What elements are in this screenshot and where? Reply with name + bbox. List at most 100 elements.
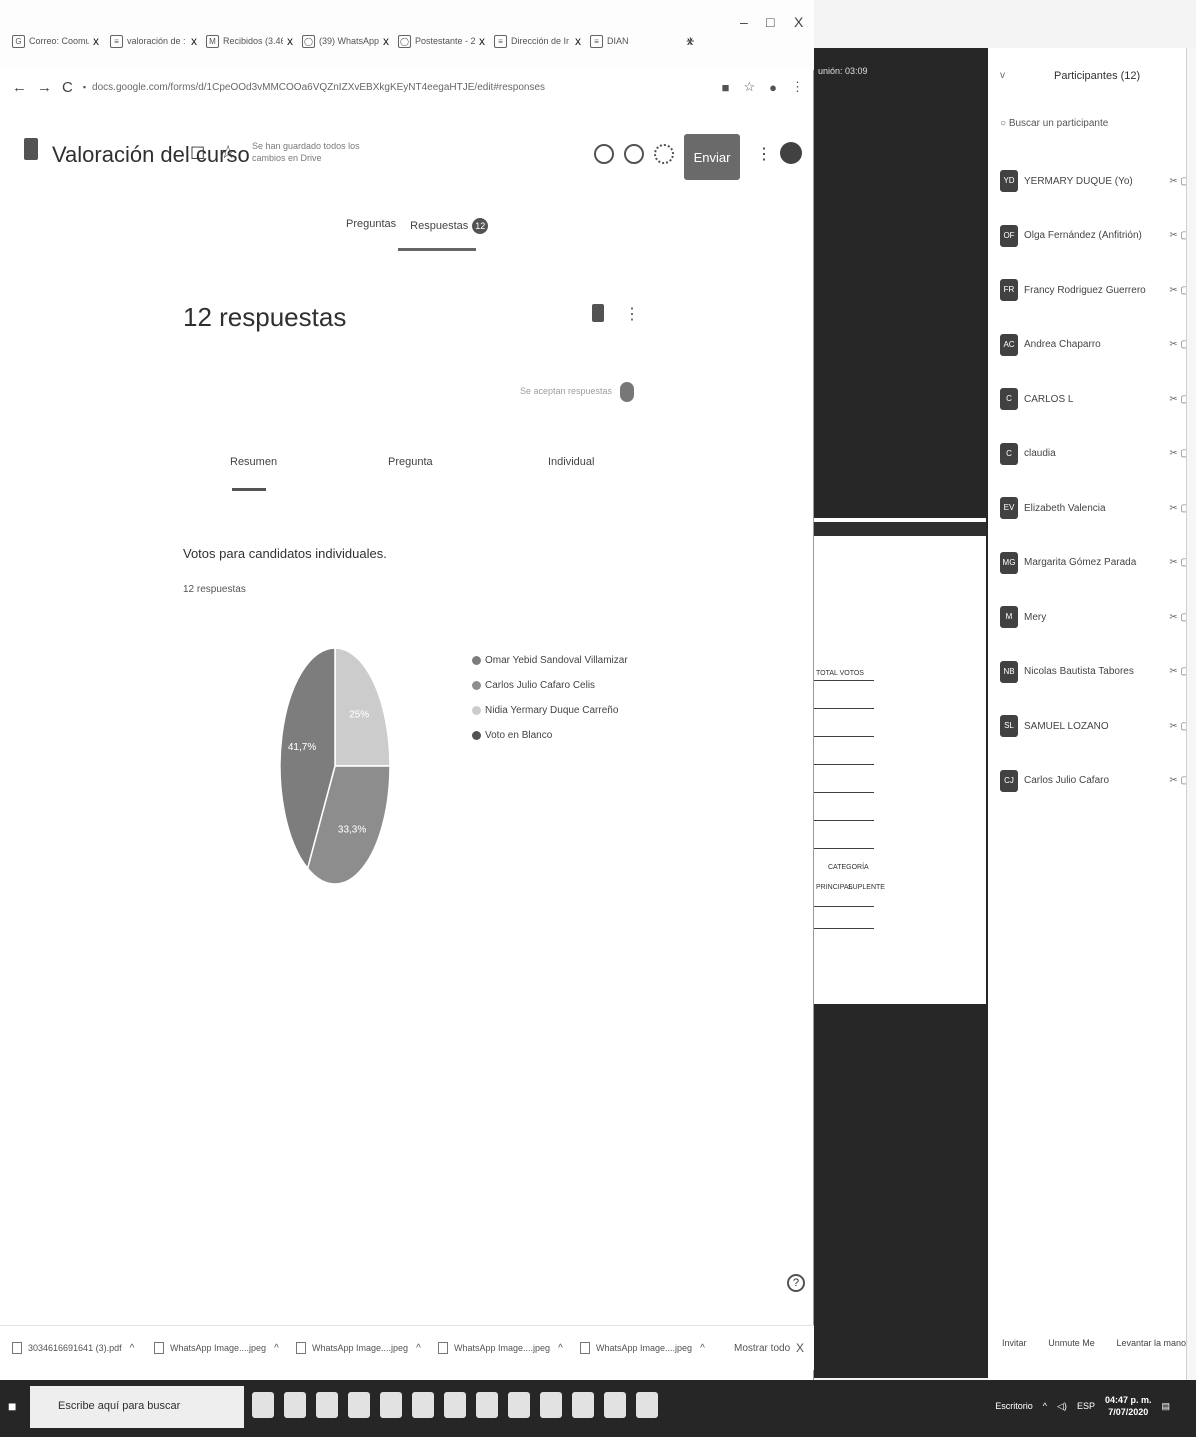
participant-row[interactable]: MG Margarita Gómez Parada ✂ ▢	[1000, 548, 1190, 578]
app-icon[interactable]	[540, 1392, 562, 1418]
chrome-icon[interactable]	[348, 1392, 370, 1418]
more-options-icon[interactable]: ⋮	[624, 304, 640, 324]
tab-valoracion[interactable]: ≡ valoración de :x	[110, 30, 197, 52]
forms-doc-icon[interactable]	[24, 138, 38, 160]
download-item[interactable]: WhatsApp Image....jpeg ^	[580, 1342, 710, 1354]
url-field[interactable]: docs.google.com/forms/d/1CpeOOd3vMMCOOa6…	[92, 82, 545, 93]
close-icon[interactable]: x	[575, 34, 581, 48]
help-icon[interactable]: ?	[787, 1274, 805, 1292]
chevron-up-icon[interactable]: ^	[416, 1343, 421, 1354]
participant-row[interactable]: YD YERMARY DUQUE (Yo) ✂ ▢	[1000, 166, 1190, 196]
tab-responses[interactable]: Respuestas 12	[410, 218, 489, 234]
subtab-individual[interactable]: Individual	[548, 456, 594, 468]
clock[interactable]: 04:47 p. m. 7/07/2020	[1105, 1394, 1152, 1418]
show-all-downloads[interactable]: Mostrar todo	[734, 1343, 790, 1354]
new-tab-button[interactable]: +	[686, 30, 695, 52]
app-icon[interactable]	[604, 1392, 626, 1418]
avatar: M	[1000, 606, 1018, 628]
folder-icon[interactable]: ☐	[190, 144, 205, 164]
close-icon[interactable]: x	[93, 34, 99, 48]
participant-row[interactable]: NB Nicolas Bautista Tabores ✂ ▢	[1000, 657, 1190, 687]
avatar: NB	[1000, 660, 1018, 683]
shared-toolbar	[814, 522, 986, 536]
tab-postestante[interactable]: ◯ Postestante - 2x	[398, 30, 485, 52]
file-explorer-icon[interactable]	[316, 1392, 338, 1418]
palette-icon[interactable]	[594, 144, 614, 164]
gear-icon[interactable]	[654, 144, 674, 164]
volume-icon[interactable]: ◁)	[1057, 1401, 1067, 1412]
raise-hand-button[interactable]: Levantar la mano	[1116, 1338, 1186, 1348]
subtab-summary[interactable]: Resumen	[230, 456, 277, 468]
participant-row[interactable]: C CARLOS L ✂ ▢	[1000, 384, 1190, 414]
language-indicator[interactable]: ESP	[1077, 1401, 1095, 1411]
close-downloads-bar[interactable]: X	[796, 1341, 804, 1355]
chevron-up-icon[interactable]: ^	[700, 1343, 705, 1354]
tab-correo[interactable]: G Correo: Coomu x	[12, 30, 99, 52]
app-icon[interactable]	[508, 1392, 530, 1418]
close-icon[interactable]: x	[287, 34, 293, 48]
scrollbar[interactable]	[1186, 48, 1196, 1380]
app-icon[interactable]	[476, 1392, 498, 1418]
chevron-down-icon[interactable]: v	[1000, 70, 1005, 81]
chevron-up-icon[interactable]: ^	[1043, 1401, 1047, 1411]
tab-responses-label: Respuestas	[410, 220, 469, 232]
tab-recibidos[interactable]: M Recibidos (3.46 x	[206, 30, 293, 52]
close-window-button[interactable]: X	[794, 14, 803, 30]
menu-kebab-icon[interactable]: ⋮	[791, 79, 804, 95]
desktop-label[interactable]: Escritorio	[995, 1401, 1033, 1411]
extension-icon[interactable]: ■	[722, 80, 730, 95]
send-button[interactable]: Enviar	[684, 134, 740, 180]
notifications-icon[interactable]: ▤	[1161, 1401, 1170, 1412]
chevron-up-icon[interactable]: ^	[130, 1343, 135, 1354]
nav-buttons[interactable]: ←→C	[12, 79, 83, 96]
participant-row[interactable]: OF Olga Fernández (Anfitrión) ✂ ▢	[1000, 221, 1190, 251]
participant-row[interactable]: Cclaudia ✂ ▢	[1000, 439, 1190, 469]
minimize-button[interactable]: –	[740, 14, 748, 30]
accepting-responses-toggle[interactable]	[620, 382, 634, 402]
maximize-button[interactable]: □	[766, 14, 774, 30]
star-icon[interactable]: ☆	[743, 79, 755, 95]
preview-eye-icon[interactable]	[624, 144, 644, 164]
participant-row[interactable]: SL SAMUEL LOZANO ✂ ▢	[1000, 711, 1190, 741]
app-icon[interactable]	[572, 1392, 594, 1418]
close-icon[interactable]: x	[383, 34, 389, 48]
app-icon[interactable]	[444, 1392, 466, 1418]
participant-row[interactable]: AC Andrea Chaparro ✂ ▢	[1000, 330, 1190, 360]
sheets-icon[interactable]	[592, 304, 604, 322]
tab-questions[interactable]: Preguntas	[346, 218, 396, 234]
participant-row[interactable]: CJ Carlos Julio Cafaro ✂ ▢	[1000, 766, 1190, 796]
download-item[interactable]: WhatsApp Image....jpeg ^	[438, 1342, 568, 1354]
participant-search-input[interactable]: Buscar un participante	[1009, 118, 1109, 129]
star-icon[interactable]: ☆	[220, 142, 236, 163]
download-item[interactable]: WhatsApp Image....jpeg ^	[154, 1342, 284, 1354]
invite-button[interactable]: Invitar	[1002, 1338, 1027, 1348]
app-icon[interactable]	[380, 1392, 402, 1418]
file-icon	[154, 1342, 164, 1354]
participant-row[interactable]: EV Elizabeth Valencia ✂ ▢	[1000, 493, 1190, 523]
tab-direccion[interactable]: ≡ Dirección de Ir x	[494, 30, 581, 52]
windows-start-icon[interactable]: ■	[8, 1398, 16, 1414]
participant-name: Andrea Chaparro	[1024, 339, 1101, 350]
tab-whatsapp[interactable]: ◯ (39) WhatsApp x	[302, 30, 389, 52]
subtab-question[interactable]: Pregunta	[388, 456, 433, 468]
chevron-up-icon[interactable]: ^	[558, 1343, 563, 1354]
tab-dian[interactable]: ≡ DIAN x	[590, 30, 693, 52]
avatar[interactable]	[780, 142, 802, 164]
participant-row[interactable]: FR Francy Rodriguez Guerrero ✂ ▢	[1000, 275, 1190, 305]
app-icon[interactable]	[412, 1392, 434, 1418]
close-icon[interactable]: x	[479, 34, 485, 48]
page-icon: ≡	[494, 34, 507, 48]
app-icon[interactable]	[636, 1392, 658, 1418]
taskbar-search[interactable]: Escribe aquí para buscar	[30, 1386, 244, 1428]
edge-icon[interactable]	[284, 1392, 306, 1418]
more-options-icon[interactable]: ⋮	[756, 144, 772, 164]
participant-row[interactable]: M Mery ✂ ▢	[1000, 602, 1190, 632]
profile-avatar[interactable]: ●	[769, 80, 777, 95]
close-icon[interactable]: x	[191, 34, 197, 48]
download-item[interactable]: WhatsApp Image....jpeg ^	[296, 1342, 426, 1354]
chevron-up-icon[interactable]: ^	[274, 1343, 279, 1354]
task-view-icon[interactable]	[252, 1392, 274, 1418]
download-item[interactable]: 3034616691641 (3).pdf ^	[12, 1342, 142, 1354]
unmute-button[interactable]: Unmute Me	[1048, 1338, 1095, 1348]
participant-search[interactable]: ○ Buscar un participante	[1000, 118, 1108, 129]
